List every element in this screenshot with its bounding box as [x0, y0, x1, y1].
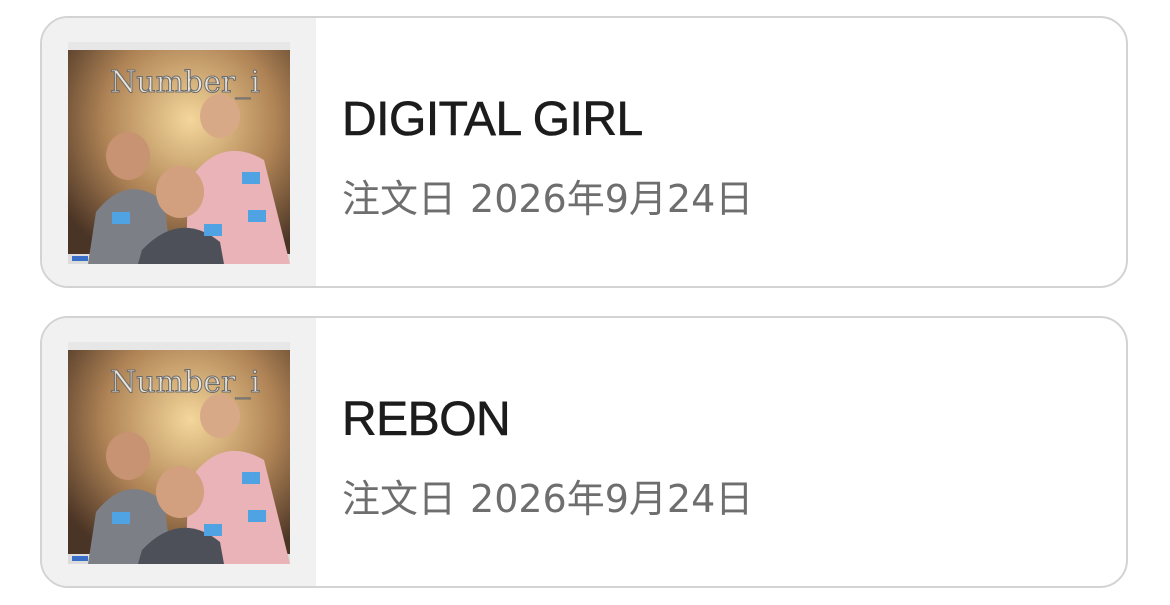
order-card[interactable]: Number_i REBON 注文日 2026年9月24日	[40, 316, 1128, 588]
thumbnail-panel: Number_i	[42, 18, 316, 286]
album-cover-image[interactable]: Number_i	[68, 42, 290, 264]
order-date-label: 注文日	[342, 177, 457, 221]
order-info: REBON 注文日 2026年9月24日	[342, 318, 1106, 586]
thumbnail-panel: Number_i	[42, 318, 316, 586]
album-title: REBON	[342, 393, 511, 447]
album-title: DIGITAL GIRL	[342, 93, 644, 147]
order-date-value: 2026年9月24日	[470, 477, 754, 521]
order-date: 注文日 2026年9月24日	[342, 168, 753, 223]
order-list: Number_i DIGITAL GIRL 注文日 2026年9月24日 Num…	[0, 0, 1170, 605]
order-card[interactable]: Number_i DIGITAL GIRL 注文日 2026年9月24日	[40, 16, 1128, 288]
order-date: 注文日 2026年9月24日	[342, 468, 753, 523]
order-date-label: 注文日	[342, 477, 457, 521]
album-cover-image[interactable]: Number_i	[68, 342, 290, 564]
cover-logo-text: Number_i	[110, 65, 260, 100]
order-date-value: 2026年9月24日	[470, 177, 754, 221]
order-info: DIGITAL GIRL 注文日 2026年9月24日	[342, 18, 1106, 286]
cover-logo-text: Number_i	[110, 365, 260, 400]
